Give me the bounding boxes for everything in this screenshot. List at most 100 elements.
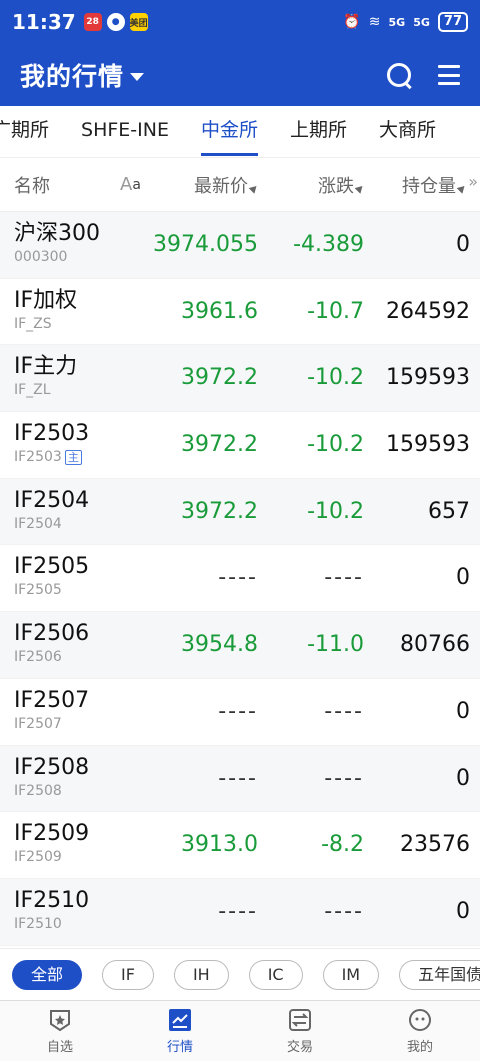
contract-code: IF_ZL — [14, 382, 51, 399]
table-row[interactable]: IF2503 IF2503 主 3972.2 -10.2 159593 — [0, 412, 480, 479]
price-change: ---- — [324, 765, 364, 791]
table-row[interactable]: IF2507 IF2507 ---- ---- 0 — [0, 679, 480, 746]
chip-all[interactable]: 全部 — [12, 959, 83, 990]
open-interest: 264592 — [386, 298, 470, 324]
open-interest: 159593 — [386, 365, 470, 391]
last-price: 3961.6 — [181, 298, 258, 324]
price-change: ---- — [324, 565, 364, 591]
search-icon[interactable] — [386, 62, 412, 88]
contract-code: IF2510 — [14, 915, 62, 932]
bottom-nav: 自选 行情 交易 我的 — [0, 1000, 480, 1061]
contract-name: IF2510 — [14, 887, 90, 913]
contract-code: 000300 — [14, 249, 68, 265]
table-row[interactable]: 沪深300 000300 3974.055 -4.389 0 — [0, 212, 480, 279]
contract-name: IF2506 — [14, 621, 90, 647]
nav-watchlist[interactable]: 自选 — [0, 1001, 120, 1061]
price-change: -10.2 — [307, 365, 364, 391]
table-row[interactable]: IF2504 IF2504 3972.2 -10.2 657 — [0, 478, 480, 546]
star-shield-icon — [48, 1008, 72, 1032]
column-header: 名称 Aa 最新价 涨跌 持仓量 » — [0, 158, 480, 212]
status-time: 11:37 — [12, 10, 76, 34]
nav-profile[interactable]: 我的 — [360, 1001, 480, 1061]
last-price: 3972.2 — [181, 365, 258, 391]
column-change[interactable]: 涨跌 — [318, 172, 366, 198]
contract-code-text: IF2503 — [14, 449, 62, 466]
sort-icon — [456, 183, 468, 194]
open-interest: 0 — [456, 898, 470, 924]
contract-code: IF_ZS — [14, 315, 52, 332]
caret-down-icon[interactable] — [130, 73, 145, 81]
nav-trade[interactable]: 交易 — [240, 1001, 360, 1061]
chip-5y-bond[interactable]: 五年国债 — [399, 959, 480, 990]
column-last-price[interactable]: 最新价 — [194, 172, 260, 198]
column-name[interactable]: 名称 — [14, 172, 50, 198]
tab-shfe-ine[interactable]: SHFE-INE — [65, 106, 185, 157]
contract-name: IF2504 — [14, 487, 90, 513]
open-interest: 0 — [456, 565, 470, 591]
menu-icon[interactable] — [438, 65, 460, 85]
table-row[interactable]: IF2508 IF2508 ---- ---- 0 — [0, 745, 480, 813]
app-notification-icon: ● — [106, 13, 125, 31]
exchange-tabs: 广期所 SHFE-INE 中金所 上期所 大商所 — [0, 106, 480, 158]
contract-code: IF2504 — [14, 515, 62, 532]
page-title[interactable]: 我的行情 — [20, 57, 124, 93]
chip-ih[interactable]: IH — [173, 959, 229, 990]
chip-im[interactable]: IM — [322, 959, 380, 990]
column-open-interest-label: 持仓量 — [402, 175, 456, 197]
table-row[interactable]: IF2505 IF2505 ---- ---- 0 — [0, 545, 480, 613]
contract-code: IF2506 — [14, 649, 62, 666]
nav-trade-label: 交易 — [286, 1039, 313, 1055]
contract-name: IF2508 — [14, 754, 90, 780]
price-change: -4.389 — [293, 232, 364, 257]
open-interest: 23576 — [400, 832, 470, 858]
nav-watchlist-label: 自选 — [46, 1039, 73, 1055]
chart-icon — [168, 1008, 192, 1032]
quote-list[interactable]: 沪深300 000300 3974.055 -4.389 0 IF加权 IF_ZS … — [0, 212, 480, 948]
table-row[interactable]: IF2506 IF2506 3954.8 -11.0 80766 — [0, 612, 480, 679]
last-price: 3974.055 — [153, 232, 258, 257]
contract-code: IF2505 — [14, 582, 62, 599]
chip-if[interactable]: IF — [102, 959, 154, 990]
last-price: ---- — [218, 765, 258, 791]
nav-market[interactable]: 行情 — [120, 1001, 240, 1061]
sort-icon — [354, 183, 366, 194]
open-interest: 0 — [456, 765, 470, 791]
price-change: -10.2 — [307, 498, 364, 524]
last-price: ---- — [218, 565, 258, 591]
contract-name: IF2509 — [14, 821, 90, 847]
status-indicators: ⏰ ≋ 5G 5G 77 — [343, 12, 468, 32]
price-change: -10.7 — [307, 298, 364, 324]
last-price: 3972.2 — [181, 498, 258, 524]
price-change: ---- — [324, 898, 364, 924]
tab-gfex[interactable]: 广期所 — [0, 106, 65, 157]
contract-name: IF2503 — [14, 421, 90, 447]
tab-dce[interactable]: 大商所 — [363, 106, 452, 157]
contract-name: IF2505 — [14, 554, 90, 580]
contract-name: IF2507 — [14, 687, 90, 713]
font-size-icon[interactable]: Aa — [120, 174, 141, 195]
sort-icon — [248, 183, 260, 194]
status-bar: 11:37 28 ● 美团 ⏰ ≋ 5G 5G 77 — [0, 0, 480, 44]
nav-market-label: 行情 — [166, 1039, 193, 1055]
column-change-label: 涨跌 — [318, 175, 354, 197]
chip-ic[interactable]: IC — [248, 959, 303, 990]
table-row[interactable]: IF2509 IF2509 3913.0 -8.2 23576 — [0, 812, 480, 879]
table-row[interactable]: IF2510 IF2510 ---- ---- 0 — [0, 878, 480, 946]
column-open-interest[interactable]: 持仓量 — [402, 172, 468, 198]
last-price: 3913.0 — [181, 832, 258, 858]
face-icon — [408, 1008, 432, 1032]
tab-shfe[interactable]: 上期所 — [274, 106, 363, 157]
nav-profile-label: 我的 — [406, 1039, 433, 1055]
more-columns-icon[interactable]: » — [468, 172, 478, 191]
last-price: ---- — [218, 698, 258, 724]
table-row[interactable]: IF加权 IF_ZS 3961.6 -10.7 264592 — [0, 279, 480, 346]
contract-code: IF2509 — [14, 849, 62, 866]
signal-icon-1: 5G — [388, 15, 406, 29]
font-size-a-small: a — [132, 176, 141, 193]
tab-cffex[interactable]: 中金所 — [185, 106, 274, 157]
price-change: ---- — [324, 698, 364, 724]
price-change: -8.2 — [321, 832, 364, 858]
open-interest: 80766 — [400, 632, 470, 658]
table-row[interactable]: IF主力 IF_ZL 3972.2 -10.2 159593 — [0, 345, 480, 413]
product-filter-chips: 全部 IF IH IC IM 五年国债 — [0, 948, 480, 1000]
